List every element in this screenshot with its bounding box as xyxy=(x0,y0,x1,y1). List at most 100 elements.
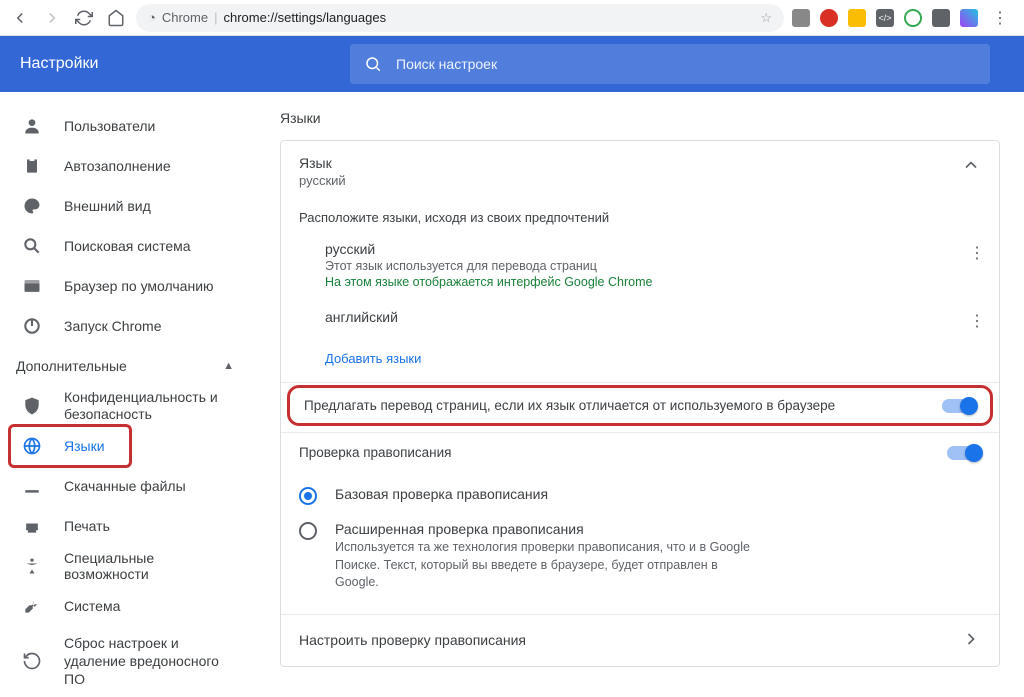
more-menu-icon[interactable]: ⋮ xyxy=(969,243,985,263)
extension-icon[interactable] xyxy=(960,9,978,27)
accessibility-icon xyxy=(22,556,42,576)
sidebar-item-system[interactable]: Система xyxy=(0,586,256,626)
sidebar-item-startup[interactable]: Запуск Chrome xyxy=(0,306,256,346)
spellcheck-advanced-option[interactable]: Расширенная проверка правописания Исполь… xyxy=(281,513,999,600)
translate-toggle-label: Предлагать перевод страниц, если их язык… xyxy=(304,398,835,413)
spellcheck-basic-option[interactable]: Базовая проверка правописания xyxy=(281,478,999,513)
language-subtext: Этот язык используется для перевода стра… xyxy=(325,259,652,273)
sidebar-item-label: Скачанные файлы xyxy=(64,478,186,494)
radio-label: Базовая проверка правописания xyxy=(335,486,548,502)
sidebar-item-privacy[interactable]: Конфиденциальность и безопасность xyxy=(0,386,256,426)
reload-button[interactable] xyxy=(72,6,96,30)
more-menu-icon[interactable]: ⋮ xyxy=(969,311,985,331)
star-bookmark-icon[interactable]: ☆ xyxy=(760,10,772,26)
sidebar-item-search[interactable]: Поисковая система xyxy=(0,226,256,266)
sidebar-section-advanced[interactable]: Дополнительные ▲ xyxy=(0,346,256,386)
sidebar-item-label: Языки xyxy=(64,438,105,454)
sidebar-item-label: Пользователи xyxy=(64,118,155,134)
language-ui-note: На этом языке отображается интерфейс Goo… xyxy=(325,275,652,289)
sidebar-item-label: Конфиденциальность и безопасность xyxy=(64,389,234,423)
sidebar-item-label: Специальные возможности xyxy=(64,550,234,582)
wrench-icon xyxy=(22,596,42,616)
page-title: Настройки xyxy=(20,55,350,73)
sidebar-item-users[interactable]: Пользователи xyxy=(0,106,256,146)
footer-link-label: Настроить проверку правописания xyxy=(299,632,526,648)
chevron-up-icon xyxy=(961,155,981,180)
sidebar-item-appearance[interactable]: Внешний вид xyxy=(0,186,256,226)
browser-menu-icon[interactable]: ⋮ xyxy=(988,6,1012,30)
sidebar-item-reset[interactable]: Сброс настроек и удаление вредоносного П… xyxy=(0,626,256,697)
forward-button[interactable] xyxy=(40,6,64,30)
sidebar-section-label: Дополнительные xyxy=(16,358,127,374)
extension-icon[interactable] xyxy=(904,9,922,27)
radio-checked-icon xyxy=(299,487,317,505)
extension-icon[interactable]: </> xyxy=(876,9,894,27)
extension-icon[interactable] xyxy=(820,9,838,27)
customize-spellcheck-link[interactable]: Настроить проверку правописания xyxy=(281,614,999,666)
section-title-languages: Языки xyxy=(280,110,1000,126)
palette-icon xyxy=(22,196,42,216)
language-name: русский xyxy=(325,241,652,257)
chevron-right-icon xyxy=(961,629,981,652)
settings-header: Настройки Поиск настроек xyxy=(0,36,1024,92)
sidebar-item-label: Внешний вид xyxy=(64,198,151,214)
sidebar-item-label: Браузер по умолчанию xyxy=(64,278,214,294)
language-expand-row[interactable]: Язык русский xyxy=(281,141,999,200)
power-icon xyxy=(22,316,42,336)
language-row-russian: русский Этот язык используется для перев… xyxy=(281,231,999,299)
radio-label: Расширенная проверка правописания xyxy=(335,521,765,537)
translate-offer-toggle-row: Предлагать перевод страниц, если их язык… xyxy=(287,385,993,426)
spellcheck-toggle-row: Проверка правописания xyxy=(281,433,999,472)
search-placeholder: Поиск настроек xyxy=(396,56,497,72)
sidebar-item-autofill[interactable]: Автозаполнение xyxy=(0,146,256,186)
browser-toolbar: ◔ Chrome | chrome://settings/languages ☆… xyxy=(0,0,1024,36)
extension-icon[interactable] xyxy=(932,9,950,27)
printer-icon xyxy=(22,516,42,536)
sidebar-item-label: Автозаполнение xyxy=(64,158,171,174)
radio-subtext: Используется та же технология проверки п… xyxy=(335,539,765,592)
language-order-instruction: Расположите языки, исходя из своих предп… xyxy=(281,200,999,231)
language-name: английский xyxy=(325,309,398,325)
sidebar-item-label: Печать xyxy=(64,518,110,534)
chevron-up-icon: ▲ xyxy=(223,360,234,372)
url-bar[interactable]: ◔ Chrome | chrome://settings/languages ☆ xyxy=(136,4,784,32)
url-path: chrome://settings/languages xyxy=(224,10,387,25)
settings-search-input[interactable]: Поиск настроек xyxy=(350,44,990,84)
content-area: Языки Язык русский Расположите языки, ис… xyxy=(256,92,1024,697)
search-icon xyxy=(364,55,382,73)
sidebar: Пользователи Автозаполнение Внешний вид … xyxy=(0,92,256,697)
shield-icon xyxy=(22,396,42,416)
language-row-english: английский ⋮ xyxy=(281,299,999,337)
spellcheck-radio-group: Базовая проверка правописания Расширенна… xyxy=(281,472,999,614)
browser-icon xyxy=(22,276,42,296)
reset-icon xyxy=(22,651,42,671)
site-info-icon[interactable]: ◔ xyxy=(148,10,156,25)
sidebar-item-label: Сброс настроек и удаление вредоносного П… xyxy=(64,634,234,689)
extension-icon[interactable] xyxy=(848,9,866,27)
sidebar-item-languages[interactable]: Языки xyxy=(0,426,256,466)
radio-unchecked-icon xyxy=(299,522,317,540)
sidebar-item-label: Система xyxy=(64,598,120,614)
languages-card: Язык русский Расположите языки, исходя и… xyxy=(280,140,1000,667)
globe-icon xyxy=(22,436,42,456)
sidebar-item-print[interactable]: Печать xyxy=(0,506,256,546)
spellcheck-toggle-label: Проверка правописания xyxy=(299,445,452,460)
extension-icons: </> ⋮ xyxy=(792,6,1016,30)
back-button[interactable] xyxy=(8,6,32,30)
sidebar-item-default-browser[interactable]: Браузер по умолчанию xyxy=(0,266,256,306)
sidebar-item-accessibility[interactable]: Специальные возможности xyxy=(0,546,256,586)
extension-icon[interactable] xyxy=(792,9,810,27)
person-icon xyxy=(22,116,42,136)
language-head-title: Язык xyxy=(299,155,346,171)
sidebar-item-downloads[interactable]: Скачанные файлы xyxy=(0,466,256,506)
spellcheck-toggle[interactable] xyxy=(947,446,981,460)
language-head-sub: русский xyxy=(299,173,346,188)
sidebar-item-label: Поисковая система xyxy=(64,238,191,254)
url-scheme: Chrome xyxy=(162,10,208,25)
sidebar-item-label: Запуск Chrome xyxy=(64,318,161,334)
translate-toggle[interactable] xyxy=(942,399,976,413)
search-icon xyxy=(22,236,42,256)
home-button[interactable] xyxy=(104,6,128,30)
url-separator: | xyxy=(214,10,217,25)
add-languages-link[interactable]: Добавить языки xyxy=(281,337,999,382)
